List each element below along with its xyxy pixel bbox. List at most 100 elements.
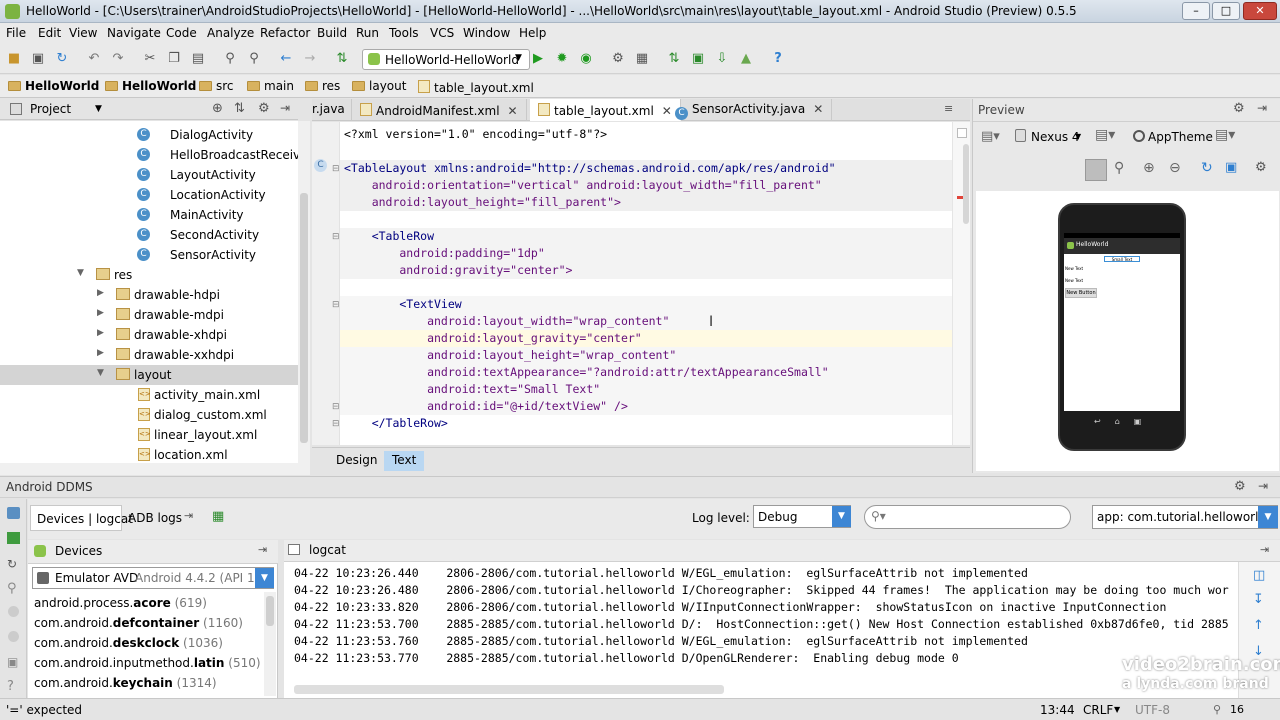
breadcrumb-item[interactable]: HelloWorld <box>105 79 196 93</box>
menu-file[interactable]: File <box>6 26 26 40</box>
process-item[interactable]: android.process.acore (619) <box>34 596 207 610</box>
tree-item[interactable]: <> linear_layout.xml <box>0 425 298 445</box>
project-scrollbar[interactable] <box>298 121 310 463</box>
tab-design[interactable]: Design <box>328 451 385 471</box>
restart-icon[interactable]: ↻ <box>7 557 17 571</box>
tab-table-layout[interactable]: table_layout.xml ✕ <box>530 99 681 121</box>
collapsed-arrow-icon[interactable]: ▶ <box>97 328 104 338</box>
tree-item[interactable]: ▶ drawable-xhdpi <box>0 325 298 345</box>
fold-icon[interactable]: ⊟ <box>332 300 340 310</box>
zoom-in-icon[interactable]: ⊕ <box>1143 160 1155 176</box>
tab-android-manifest[interactable]: AndroidManifest.xml ✕ <box>352 99 527 121</box>
expanded-arrow-icon[interactable]: ▼ <box>97 368 104 378</box>
zoom-fit-icon[interactable] <box>1085 159 1107 181</box>
devices-scrollbar[interactable] <box>264 592 276 696</box>
settings-icon[interactable]: ⚙ <box>610 51 626 67</box>
tab-devices-logcat[interactable]: Devices | logcat <box>30 505 133 531</box>
help-icon[interactable]: ? <box>7 679 14 694</box>
tree-item[interactable]: C SensorActivity <box>0 245 298 265</box>
debug-icon[interactable]: ✹ <box>554 51 570 67</box>
tab-java[interactable]: r.java <box>312 99 352 121</box>
process-item[interactable]: com.android.deskclock (1036) <box>34 636 223 650</box>
menu-refactor[interactable]: Refactor <box>260 26 310 40</box>
tree-item[interactable]: <> dialog_custom.xml <box>0 405 298 425</box>
save-icon[interactable]: ▣ <box>30 51 46 67</box>
collapsed-arrow-icon[interactable]: ▶ <box>97 348 104 358</box>
cut-icon[interactable]: ✂ <box>142 51 158 67</box>
line-separator[interactable]: CRLF <box>1083 703 1113 717</box>
menu-edit[interactable]: Edit <box>38 26 61 40</box>
breadcrumb-item[interactable]: src <box>199 79 234 93</box>
zoom-out-icon[interactable]: ⊖ <box>1169 160 1181 176</box>
redo-icon[interactable]: ↷ <box>110 51 126 67</box>
android-monitor-icon[interactable]: ▲ <box>738 51 754 67</box>
tree-item[interactable]: <> activity_main.xml <box>0 385 298 405</box>
tabs-menu-icon[interactable]: ≡ <box>944 102 953 115</box>
close-icon[interactable]: ✕ <box>813 102 823 116</box>
fold-icon[interactable]: ⊟ <box>332 232 340 242</box>
tab-text[interactable]: Text <box>384 451 425 471</box>
expanded-arrow-icon[interactable]: ▼ <box>77 268 84 278</box>
back-icon[interactable]: ← <box>278 51 294 67</box>
run-icon[interactable] <box>7 532 20 544</box>
tree-item[interactable]: C MainActivity <box>0 205 298 225</box>
gear-icon[interactable]: ⚙ <box>1233 101 1245 116</box>
trash-icon[interactable]: ◫ <box>1253 568 1265 583</box>
breadcrumb-item[interactable]: layout <box>352 79 406 93</box>
process-item[interactable]: com.android.keychain (1314) <box>34 676 217 690</box>
replace-icon[interactable]: ⚲ <box>246 51 262 67</box>
menu-help[interactable]: Help <box>519 26 546 40</box>
menu-vcs[interactable]: VCS <box>430 26 454 40</box>
project-hscrollbar[interactable] <box>0 463 310 475</box>
theme-select[interactable]: AppTheme <box>1148 130 1213 144</box>
collapse-icon[interactable]: ⇅ <box>234 101 245 116</box>
tree-item[interactable]: C DialogActivity <box>0 125 298 145</box>
close-icon[interactable]: ✕ <box>508 104 518 118</box>
tab-sensor-activity[interactable]: C SensorActivity.java ✕ <box>667 99 833 121</box>
orientation-icon[interactable]: ▤▾ <box>1095 127 1115 143</box>
code-editor[interactable]: C ⊟ ⊟ ⊟ ⊟ ⊟ <?xml version="1.0" encoding… <box>312 122 970 445</box>
hide-panel-icon[interactable]: ⇥ <box>258 543 267 556</box>
tree-item-selected[interactable]: ▼ layout <box>0 365 298 385</box>
chevron-down-icon[interactable]: ▼ <box>95 104 102 114</box>
attach-debugger-icon[interactable]: ◉ <box>578 51 594 67</box>
collapsed-arrow-icon[interactable]: ▶ <box>97 308 104 318</box>
close-button[interactable]: ✕ <box>1243 2 1277 20</box>
fold-icon[interactable]: ⊟ <box>332 402 340 412</box>
process-item[interactable]: com.android.inputmethod.latin (510) <box>34 656 261 670</box>
menu-code[interactable]: Code <box>166 26 197 40</box>
gc-icon[interactable] <box>8 631 19 642</box>
app-filter-select[interactable]: app: com.tutorial.helloworld ▼ <box>1092 505 1278 529</box>
tree-item[interactable]: ▶ drawable-xxhdpi <box>0 345 298 365</box>
editor-scrollbar[interactable] <box>952 122 970 445</box>
tree-item[interactable]: ▶ drawable-mdpi <box>0 305 298 325</box>
avd-manager-icon[interactable]: ▣ <box>690 51 706 67</box>
make-icon[interactable]: ⇅ <box>334 51 350 67</box>
menu-tools[interactable]: Tools <box>389 26 419 40</box>
encoding[interactable]: UTF-8 <box>1135 703 1170 717</box>
hide-panel-icon[interactable]: ⇥ <box>280 101 290 115</box>
lock-icon[interactable]: ⚲ <box>1213 703 1221 716</box>
screenshot-icon[interactable]: ▣ <box>1225 160 1237 175</box>
device-select[interactable]: Nexus 4 <box>1031 130 1080 144</box>
fold-icon[interactable]: ⊟ <box>332 419 340 429</box>
logcat-hscrollbar[interactable] <box>294 685 724 694</box>
chevron-down-icon[interactable]: ▼ <box>1075 132 1081 141</box>
gear-icon[interactable]: ⚙ <box>1255 160 1267 175</box>
minimize-button[interactable]: – <box>1182 2 1210 20</box>
tree-item[interactable]: ▼ res <box>0 265 298 285</box>
target-icon[interactable]: ⊕ <box>212 101 223 116</box>
chevron-down-icon[interactable]: ▼ <box>1114 705 1120 714</box>
breadcrumb-item[interactable]: main <box>247 79 294 93</box>
maximize-button[interactable]: □ <box>1212 2 1240 20</box>
scroll-thumb[interactable] <box>266 596 274 626</box>
scroll-thumb[interactable] <box>963 144 969 224</box>
hide-panel-icon[interactable]: ⇥ <box>1257 101 1267 115</box>
logcat-search-input[interactable]: ⚲▾ <box>864 505 1071 529</box>
menu-navigate[interactable]: Navigate <box>107 26 161 40</box>
file-config-icon[interactable]: ▤▾ <box>981 129 1000 144</box>
zoom-actual-icon[interactable]: ⚲ <box>1114 160 1124 176</box>
hide-panel-icon[interactable]: ⇥ <box>1258 479 1268 493</box>
gear-icon[interactable]: ⚙ <box>1234 479 1246 494</box>
tree-item[interactable]: C LocationActivity <box>0 185 298 205</box>
